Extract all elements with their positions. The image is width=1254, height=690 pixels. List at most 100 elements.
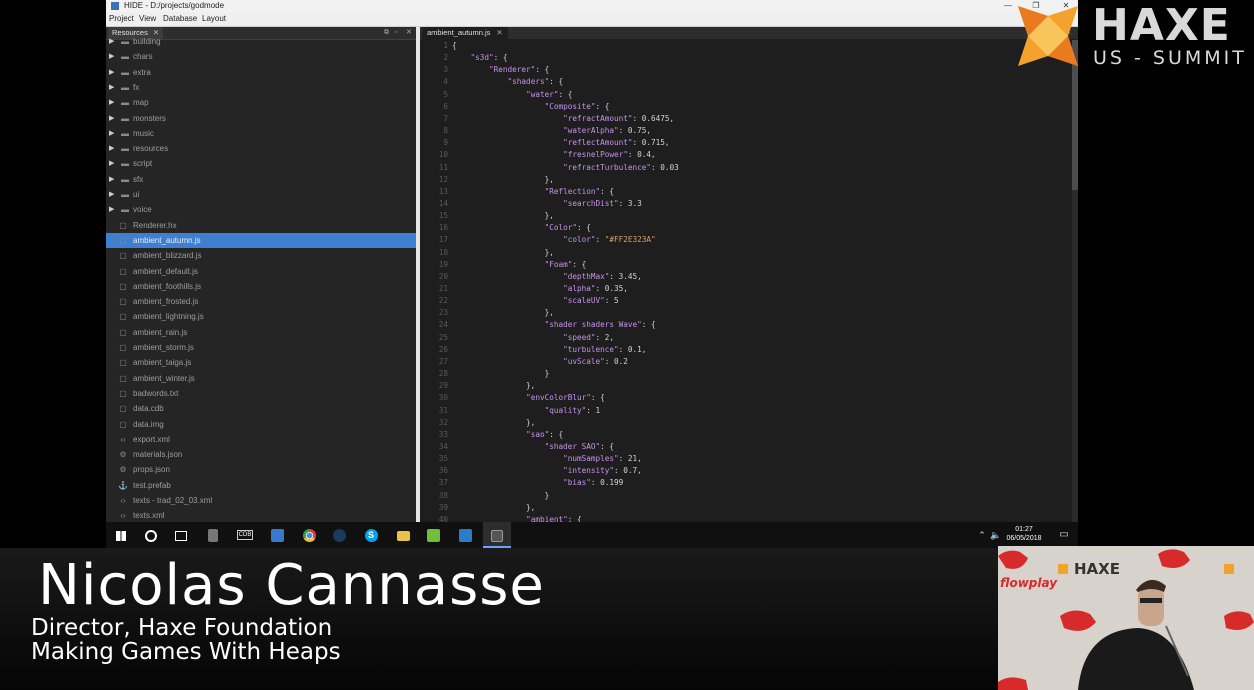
- tree-file[interactable]: ▢ Renderer.hx: [106, 218, 416, 233]
- expand-arrow-icon[interactable]: ▶: [109, 111, 114, 126]
- tree-file[interactable]: ‹› texts.xml: [106, 508, 416, 522]
- tree-item-label: ambient_rain.js: [133, 327, 188, 337]
- tree-item-label: texts.xml: [133, 511, 165, 521]
- tree-folder[interactable]: ▶ ▬ resources: [106, 141, 416, 156]
- tree-folder[interactable]: ▶ ▬ monsters: [106, 111, 416, 126]
- code-text: },: [452, 211, 554, 221]
- app-blue-icon[interactable]: [263, 522, 291, 548]
- tree-folder[interactable]: ▶ ▬ sfx: [106, 172, 416, 187]
- tree-item-label: data.cdb: [133, 404, 164, 414]
- chrome-icon[interactable]: [295, 522, 323, 548]
- code-editor: ambient_autumn.js✕ ⧉ ✕ 1{2 "s3d": {3 "Re…: [420, 27, 1078, 522]
- tree-item-label: Renderer.hx: [133, 220, 177, 230]
- expand-arrow-icon[interactable]: ▶: [109, 34, 114, 49]
- notepad-icon[interactable]: [419, 522, 447, 548]
- cortana-icon[interactable]: [137, 522, 165, 548]
- line-number: 4: [443, 77, 448, 87]
- file-explorer-icon[interactable]: [389, 522, 417, 548]
- expand-arrow-icon[interactable]: ▶: [109, 202, 114, 217]
- line-number: 40: [438, 514, 448, 522]
- expand-arrow-icon[interactable]: ▶: [109, 49, 114, 64]
- expand-arrow-icon[interactable]: ▶: [109, 156, 114, 171]
- tree-file[interactable]: ▢ data.cdb: [106, 401, 416, 416]
- expand-arrow-icon[interactable]: ▶: [109, 95, 114, 110]
- tree-item-label: ui: [133, 190, 140, 199]
- tree-folder[interactable]: ▶ ▬ ui: [106, 187, 416, 202]
- line-number: 7: [443, 113, 448, 123]
- expand-arrow-icon[interactable]: ▶: [109, 141, 114, 156]
- calculator-icon[interactable]: [199, 522, 227, 548]
- file-icon: ▢: [119, 419, 127, 429]
- minimize-icon[interactable]: —: [1000, 0, 1016, 12]
- expand-arrow-icon[interactable]: ▶: [109, 187, 114, 202]
- hide-app-icon[interactable]: [483, 522, 511, 548]
- tree-file[interactable]: ‹› texts - trad_02_03.xml: [106, 493, 416, 508]
- clock[interactable]: 01:27 06/05/2018: [1002, 525, 1046, 543]
- cdb-icon[interactable]: CDB: [231, 522, 259, 548]
- code-text: "ambient": {: [526, 514, 582, 522]
- menu-database[interactable]: Database: [163, 12, 197, 26]
- line-number: 16: [438, 223, 448, 233]
- tree-folder[interactable]: ▶ ▬ script: [106, 156, 416, 171]
- close-icon[interactable]: ✕: [496, 28, 502, 37]
- tree-item-label: ambient_autumn.js: [133, 235, 201, 245]
- skype-icon[interactable]: S: [357, 522, 385, 548]
- code-area[interactable]: 1 {2 "s3d": {3 "Renderer": {4 "shaders": …: [420, 40, 1068, 522]
- tree-file[interactable]: ⚓ test.prefab: [106, 478, 416, 493]
- tree-folder[interactable]: ▶ ▬ voice: [106, 202, 416, 217]
- folder-icon: ▬: [121, 128, 129, 138]
- tree-folder[interactable]: ▶ ▬ music: [106, 126, 416, 141]
- tree-file[interactable]: ▢ ambient_default.js: [106, 264, 416, 279]
- window-titlebar[interactable]: HIDE - D:/projects/godmode — ❐ ✕: [106, 0, 1078, 12]
- code-text: "sao": {: [526, 429, 564, 439]
- tree-item-label: ambient_storm.js: [133, 343, 194, 352]
- steam-icon[interactable]: [325, 522, 353, 548]
- tree-file[interactable]: ▢ ambient_lightning.js: [106, 309, 416, 324]
- talk-title: Making Games With Heaps: [31, 639, 341, 665]
- resources-panel: Resources ✕ ⧉ ▫ ✕ ▶ ▬ building ▶ ▬ chars ▶ ▬ extr…: [106, 27, 416, 522]
- wall-haxe-text: HAXE: [1074, 560, 1120, 578]
- menu-project[interactable]: Project: [109, 12, 134, 26]
- expand-arrow-icon[interactable]: ▶: [109, 126, 114, 141]
- expand-arrow-icon[interactable]: ▶: [109, 172, 114, 187]
- notifications-icon[interactable]: ▭: [1050, 522, 1078, 548]
- tree-file[interactable]: ⚙ props.json: [106, 462, 416, 477]
- tree-file[interactable]: ▢ ambient_winter.js: [106, 371, 416, 386]
- tree-file[interactable]: ▢ data.img: [106, 417, 416, 432]
- line-number: 39: [438, 502, 448, 512]
- menu-layout[interactable]: Layout: [202, 12, 226, 26]
- tree-folder[interactable]: ▶ ▬ map: [106, 95, 416, 110]
- code-text: "uvScale": 0.2: [563, 356, 628, 366]
- line-number: 10: [438, 150, 448, 160]
- code-text: },: [452, 174, 554, 184]
- tree-folder[interactable]: ▶ ▬ building: [106, 34, 416, 49]
- line-number: 14: [438, 198, 448, 208]
- vscode-icon[interactable]: [451, 522, 479, 548]
- tree-item-label: props.json: [133, 465, 170, 475]
- file-icon: ▢: [119, 281, 127, 291]
- tree-file[interactable]: ▢ badwords.txt: [106, 386, 416, 401]
- editor-scrollbar[interactable]: [1072, 40, 1078, 522]
- tree-folder[interactable]: ▶ ▬ extra: [106, 65, 416, 80]
- code-text: "Reflection": {: [544, 186, 615, 196]
- tree-file[interactable]: ⚙ materials.json: [106, 447, 416, 462]
- tree-file[interactable]: ▢ ambient_autumn.js: [106, 232, 416, 248]
- tab-ambient-autumn[interactable]: ambient_autumn.js ✕: [422, 27, 508, 39]
- start-icon[interactable]: [107, 522, 135, 548]
- expand-arrow-icon[interactable]: ▶: [109, 80, 114, 95]
- tree-file[interactable]: ▢ ambient_foothills.js: [106, 279, 416, 294]
- tree-file[interactable]: ▢ ambient_storm.js: [106, 340, 416, 355]
- tree-file[interactable]: ▢ ambient_frosted.js: [106, 294, 416, 309]
- tree-file[interactable]: ▢ ambient_taiga.js: [106, 355, 416, 370]
- tree-folder[interactable]: ▶ ▬ chars: [106, 49, 416, 64]
- task-view-icon[interactable]: [167, 522, 195, 548]
- tree-file[interactable]: ▢ ambient_blizzard.js: [106, 248, 416, 263]
- clock-time: 01:27: [1015, 526, 1033, 533]
- code-text: }: [452, 369, 550, 379]
- expand-arrow-icon[interactable]: ▶: [109, 65, 114, 80]
- tree-folder[interactable]: ▶ ▬ fx: [106, 80, 416, 95]
- tree-file[interactable]: ‹› export.xml: [106, 432, 416, 447]
- wall-flowplay-text: flowplay: [1000, 576, 1058, 590]
- tree-file[interactable]: ▢ ambient_rain.js: [106, 325, 416, 340]
- menu-view[interactable]: View: [139, 12, 156, 26]
